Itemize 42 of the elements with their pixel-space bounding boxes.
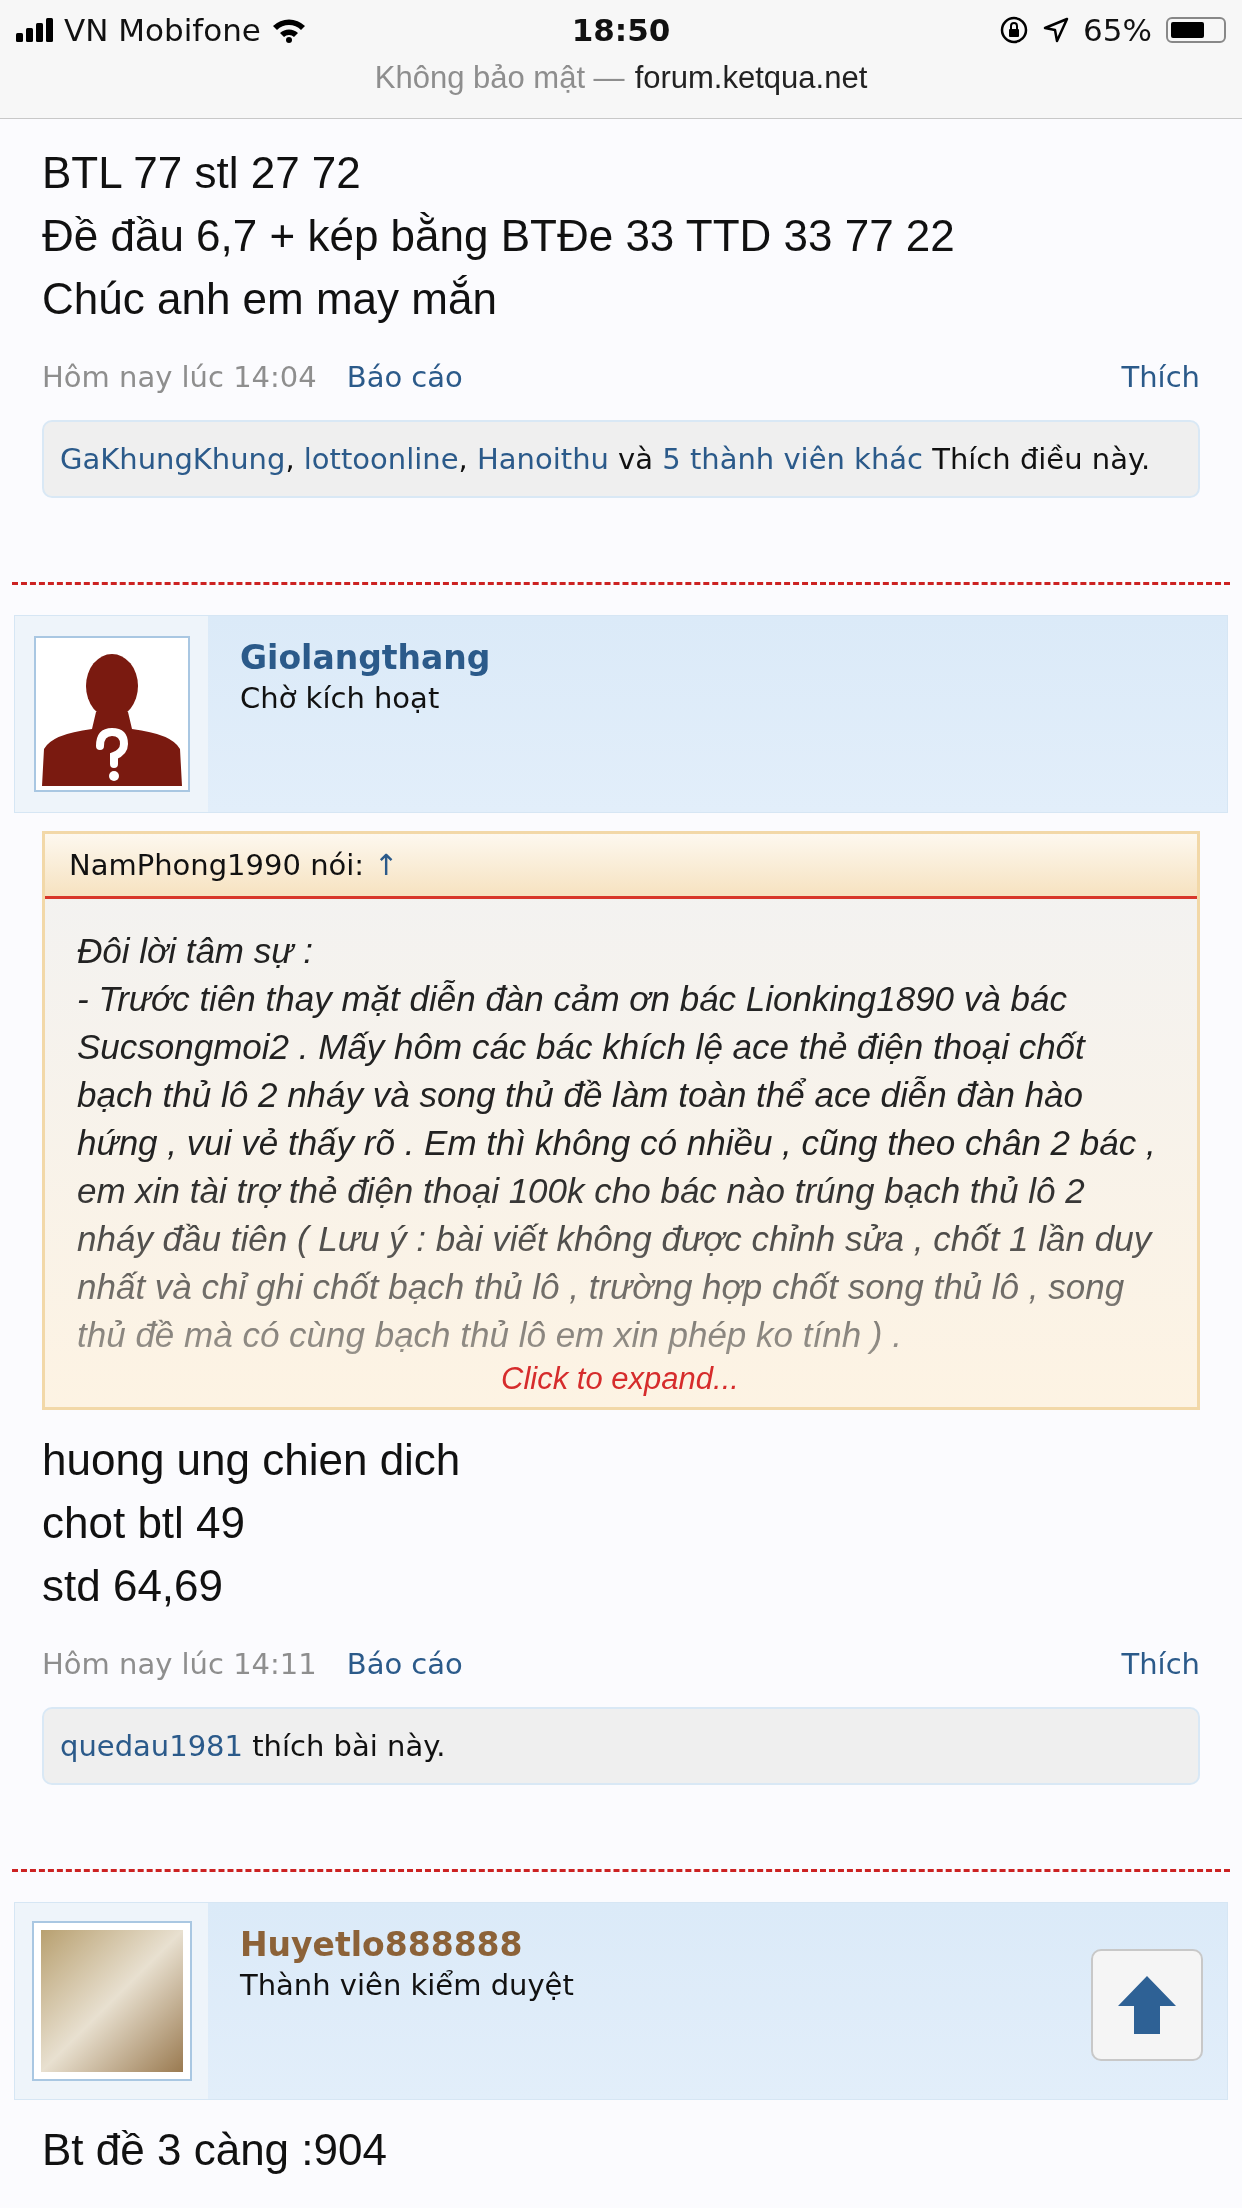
like-link[interactable]: Thích bbox=[1121, 1647, 1200, 1681]
scroll-to-top-button[interactable] bbox=[1091, 1949, 1203, 2061]
battery-percentage: 65% bbox=[1083, 12, 1152, 48]
user-link[interactable]: quedau1981 bbox=[60, 1729, 243, 1763]
user-link[interactable]: 5 thành viên khác bbox=[662, 442, 923, 476]
user-link[interactable]: Hanoithu bbox=[477, 442, 609, 476]
likes-summary: GaKhungKhung, lottoonline, Hanoithu và 5 thành viên khác Thích điều này. bbox=[42, 420, 1200, 498]
post-text: BTL 77 stl 27 72 bbox=[42, 147, 362, 199]
post-time: Hôm nay lúc 14:04 bbox=[42, 360, 317, 394]
post-text: Chúc anh em may mắn bbox=[42, 273, 498, 325]
post-text: chot btl 49 bbox=[42, 1497, 247, 1549]
post-text: huong ung chien dich bbox=[42, 1434, 462, 1486]
post-text: Bt đề 3 càng :904 bbox=[42, 2124, 388, 2176]
quote-author: NamPhong1990 nói: bbox=[69, 848, 365, 882]
clock-time: 18:50 bbox=[571, 12, 671, 48]
report-link[interactable]: Báo cáo bbox=[346, 360, 463, 394]
battery-icon bbox=[1166, 17, 1226, 43]
likes-summary: quedau1981 thích bài này. bbox=[42, 1707, 1200, 1785]
post-text: Đề đầu 6,7 + kép bằng BTĐe 33 TTD 33 77 22 bbox=[42, 210, 956, 262]
expand-link[interactable]: Click to expand... bbox=[501, 1361, 739, 1397]
security-label: Không bảo mật — bbox=[374, 60, 625, 96]
avatar-silhouette-icon[interactable] bbox=[31, 634, 192, 794]
user-title: Chờ kích hoạt bbox=[240, 681, 441, 715]
username-link[interactable]: Giolangthang bbox=[240, 638, 491, 677]
like-link[interactable]: Thích bbox=[1121, 360, 1200, 394]
location-arrow-icon bbox=[1043, 17, 1070, 43]
carrier-name: VN Mobifone bbox=[64, 12, 261, 48]
user-link[interactable]: GaKhungKhung bbox=[60, 442, 286, 476]
photo-placeholder[interactable] bbox=[31, 1921, 192, 2081]
rotation-lock-icon bbox=[999, 15, 1030, 45]
quote-heading: Đôi lời tâm sự : bbox=[77, 930, 314, 972]
post-time: Hôm nay lúc 14:11 bbox=[42, 1647, 317, 1681]
username-link[interactable]: Huyetlo888888 bbox=[240, 1925, 574, 1964]
quote-text: - Trước tiên thay mặt diễn đàn cảm ơn bác Lionking1890 và bác Sucsongmoi2 . Mấy hôm các bác khích lệ ace thẻ điện thoại chốt bạch thủ lô 2 nháy và song thủ đề làm toàn thể ace diễn đàn hào hứng , vui vẻ thấy rõ . Em thì không có nhiều , cũng theo chân 2 bác , em xin tài trợ thẻ điện thoại 100k cho bác nào trúng bạch thủ lô 2 nháy đầu tiên ( Lưu ý : bài viết không được chỉnh sửa , chốt 1 lần duy nhất và chỉ ghi chốt bạch thủ lô , trường hợp chốt song thủ lô , song thủ đề mà có cùng bạch thủ lô em xin phép ko tính ) . bbox=[77, 978, 1157, 1356]
signal-icon bbox=[16, 18, 54, 42]
user-title: Thành viên kiểm duyệt bbox=[240, 1968, 574, 2002]
quote-jump-link[interactable]: ↑ bbox=[374, 848, 399, 882]
user-link[interactable]: lottoonline bbox=[303, 442, 459, 476]
up-arrow-icon bbox=[1116, 1974, 1178, 2036]
post-text: std 64,69 bbox=[42, 1560, 225, 1612]
site-domain[interactable]: forum.ketqua.net bbox=[634, 60, 868, 96]
report-link[interactable]: Báo cáo bbox=[346, 1647, 463, 1681]
